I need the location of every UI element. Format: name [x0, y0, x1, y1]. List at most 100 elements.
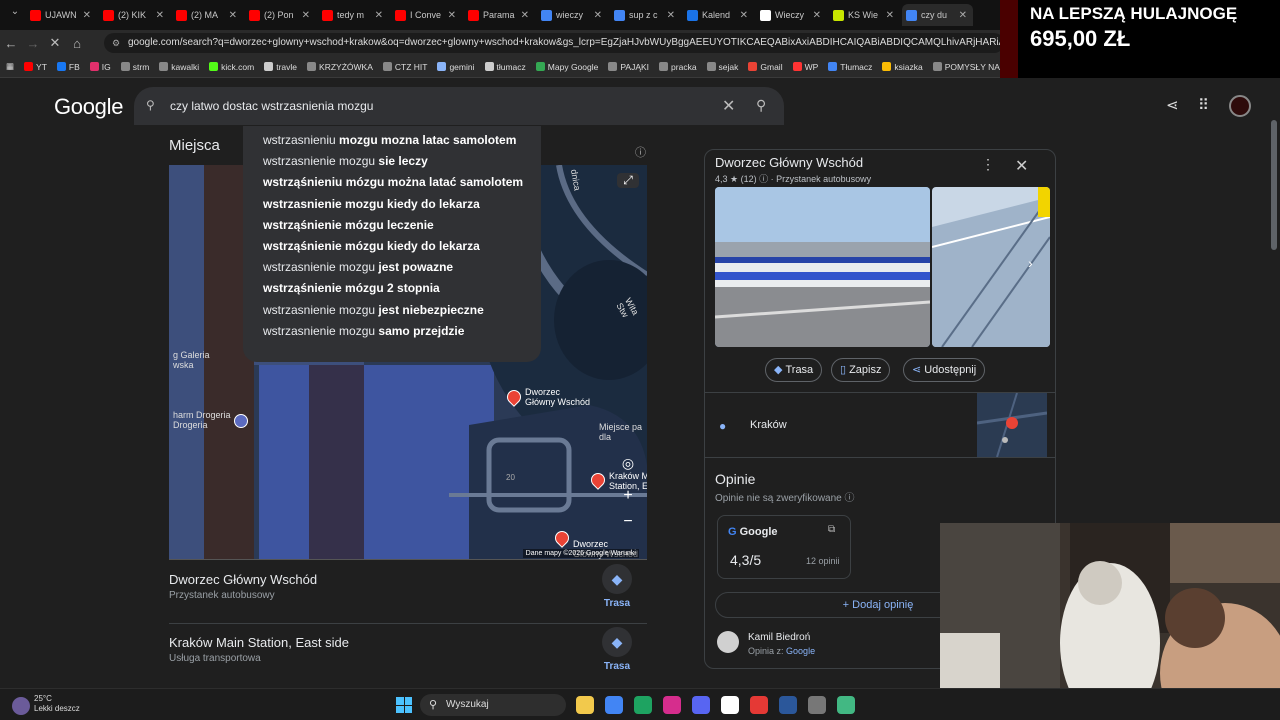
browser-tab[interactable]: tedy m ✕	[318, 4, 389, 26]
bookmark-item[interactable]: Tłumacz	[828, 62, 872, 72]
browser-tab[interactable]: Wieczy ✕	[756, 4, 827, 26]
url-bar[interactable]: ⚙ google.com/search?q=dworzec+glowny+wsc…	[104, 33, 1004, 53]
chevron-right-icon[interactable]: ›	[1028, 255, 1033, 271]
tab-close-icon[interactable]: ✕	[813, 10, 827, 21]
browser-tab[interactable]: czy du ✕	[902, 4, 973, 26]
home-icon[interactable]: ⌂	[66, 36, 88, 51]
reviewer-avatar[interactable]	[717, 631, 739, 653]
zoom-in-icon[interactable]: +	[617, 487, 639, 505]
taskbar-app-icon[interactable]	[808, 696, 826, 714]
suggestion-item[interactable]: wstrzasnienie mozgu jest niebezpieczne	[243, 300, 541, 321]
place-title[interactable]: Kraków Main Station, East side	[169, 635, 649, 650]
tab-close-icon[interactable]: ✕	[959, 10, 973, 21]
tab-close-icon[interactable]: ✕	[83, 10, 97, 21]
tab-close-icon[interactable]: ✕	[667, 10, 681, 21]
suggestion-item[interactable]: wstrząśnieniu mózgu można latać samolote…	[243, 172, 541, 193]
bookmark-item[interactable]: Gmail	[748, 62, 783, 72]
expand-map-icon[interactable]: ⤢	[617, 173, 639, 188]
apps-grid-icon[interactable]: ⠿	[1198, 96, 1209, 114]
route-label[interactable]: Trasa	[599, 598, 635, 609]
bookmark-item[interactable]: ksiazka	[882, 62, 923, 72]
site-info-icon[interactable]: ⚙	[112, 33, 120, 53]
browser-tab[interactable]: Kalend ✕	[683, 4, 754, 26]
taskbar-app-icon[interactable]	[663, 696, 681, 714]
place-title[interactable]: Dworzec Główny Wschód	[169, 572, 649, 587]
suggestion-item[interactable]: wstrzasnienie mozgu kiedy do lekarza	[243, 194, 541, 215]
page-scrollbar[interactable]	[1271, 120, 1277, 250]
browser-tab[interactable]: Parama ✕	[464, 4, 535, 26]
location-text[interactable]: Kraków	[750, 419, 787, 431]
bookmark-item[interactable]: kick.com	[209, 62, 254, 72]
location-row[interactable]: ● Kraków	[705, 392, 1055, 458]
clear-icon[interactable]: ✕	[722, 96, 735, 116]
suggestion-item[interactable]: wstrzasnienie mozgu samo przejdzie	[243, 321, 541, 342]
tab-close-icon[interactable]: ✕	[448, 10, 462, 21]
info-icon[interactable]: ⓘ	[845, 493, 855, 504]
start-icon[interactable]	[396, 697, 412, 713]
route-button[interactable]: ◆ Trasa	[599, 564, 635, 609]
tab-close-icon[interactable]: ✕	[886, 10, 900, 21]
search-submit-icon[interactable]: ⚲	[756, 97, 766, 114]
taskbar-app-icon[interactable]	[692, 696, 710, 714]
zoom-out-icon[interactable]: −	[617, 513, 639, 531]
bookmark-item[interactable]: PAJĄKI	[608, 62, 649, 72]
place-photo-main[interactable]	[715, 187, 930, 347]
locate-icon[interactable]: ◎	[617, 455, 639, 472]
tab-close-icon[interactable]: ✕	[302, 10, 316, 21]
info-icon[interactable]: ⓘ	[635, 144, 646, 160]
suggestion-item[interactable]: wstrzasnieniu mozgu mozna latac samolote…	[243, 130, 541, 151]
bookmark-item[interactable]: strm	[120, 62, 149, 72]
bookmark-item[interactable]: CTZ HIT	[382, 62, 427, 72]
directions-icon[interactable]: ◆	[602, 564, 632, 594]
bookmark-item[interactable]: WP	[792, 62, 818, 72]
map-copyright[interactable]: Dane mapy ©2026 Google Warunki	[522, 549, 639, 558]
taskbar-search[interactable]: ⚲ Wyszukaj	[420, 694, 566, 716]
suggestion-item[interactable]: wstrzasnienie mozgu sie leczy	[243, 151, 541, 172]
share-chip[interactable]: ⋖ Udostępnij	[903, 358, 986, 382]
browser-tab[interactable]: sup z c ✕	[610, 4, 681, 26]
taskbar-app-icon[interactable]	[779, 696, 797, 714]
close-icon[interactable]: ✕	[1015, 156, 1028, 176]
suggestion-item[interactable]: wstrzasnienie mozgu jest powazne	[243, 257, 541, 278]
route-button[interactable]: ◆ Trasa	[599, 627, 635, 672]
directions-icon[interactable]: ◆	[602, 627, 632, 657]
browser-tab[interactable]: (2) KIK ✕	[99, 4, 170, 26]
bookmark-item[interactable]: FB	[56, 62, 80, 72]
external-link-icon[interactable]: ⧉	[828, 524, 835, 535]
suggestion-item[interactable]: wstrząśnienie mózgu kiedy do lekarza	[243, 236, 541, 257]
google-rating-card[interactable]: G Google ⧉ 4,3/5 12 opinii	[717, 515, 851, 579]
mini-map[interactable]	[976, 392, 1048, 458]
taskbar-app-icon[interactable]	[750, 696, 768, 714]
tab-close-icon[interactable]: ✕	[594, 10, 608, 21]
info-icon[interactable]: ⓘ ·	[759, 174, 776, 184]
place-photo-secondary[interactable]: ›	[932, 187, 1050, 347]
tab-close-icon[interactable]: ✕	[740, 10, 754, 21]
browser-tab[interactable]: UJAWN ✕	[26, 4, 97, 26]
taskbar-app-icon[interactable]	[634, 696, 652, 714]
google-logo[interactable]: Google	[54, 94, 123, 120]
reviewer-name[interactable]: Kamil Biedroń	[748, 632, 810, 643]
bookmark-item[interactable]: travle	[264, 62, 297, 72]
bookmark-item[interactable]: gemini	[437, 62, 475, 72]
browser-tab[interactable]: KS Wie ✕	[829, 4, 900, 26]
tab-close-icon[interactable]: ✕	[521, 10, 535, 21]
taskbar-app-icon[interactable]	[721, 696, 739, 714]
save-chip[interactable]: ▯ Zapisz	[831, 358, 891, 382]
route-chip[interactable]: ◆ Trasa	[765, 358, 823, 382]
browser-tab[interactable]: (2) Pon ✕	[245, 4, 316, 26]
tab-close-icon[interactable]: ✕	[156, 10, 170, 21]
bookmark-item[interactable]: sejak	[706, 62, 738, 72]
place-result[interactable]: Kraków Main Station, East side Usługa tr…	[169, 627, 649, 695]
browser-tab[interactable]: (2) MA ✕	[172, 4, 243, 26]
tab-search-icon[interactable]: ⌄	[4, 6, 26, 17]
route-label[interactable]: Trasa	[599, 661, 635, 672]
bookmark-item[interactable]: IG	[89, 62, 111, 72]
bookmark-item[interactable]: Mapy Google	[535, 62, 598, 72]
apps-icon[interactable]: ▦	[6, 61, 14, 72]
back-icon[interactable]: ←	[0, 36, 22, 51]
tab-close-icon[interactable]: ✕	[229, 10, 243, 21]
review-source-link[interactable]: Google	[786, 646, 815, 656]
suggestion-item[interactable]: wstrząśnienie mózgu leczenie	[243, 215, 541, 236]
browser-tab[interactable]: I Conve ✕	[391, 4, 462, 26]
bookmark-item[interactable]: YT	[24, 62, 47, 72]
